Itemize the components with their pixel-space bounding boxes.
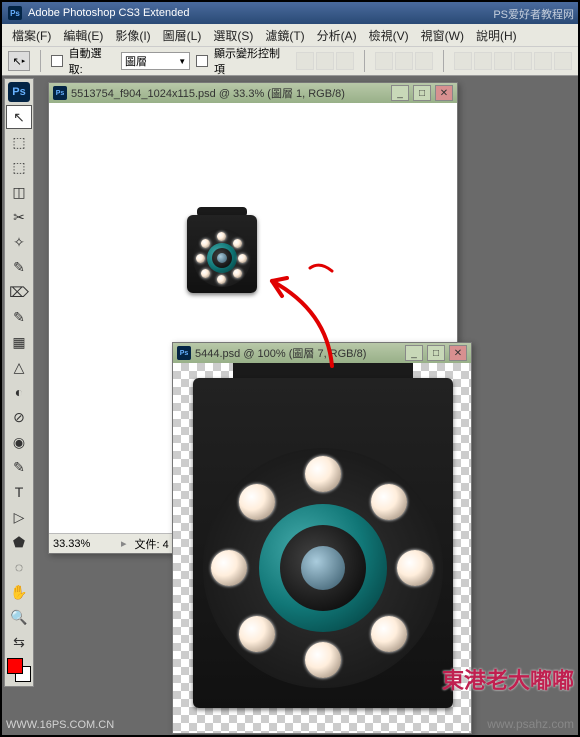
photoshop-doc-icon: Ps: [177, 346, 191, 360]
shape-tool[interactable]: ⬟: [6, 530, 32, 554]
workspace: Ps ↖ ⬚ ⬚ ◫ ✂ ✧ ✎ ⌦ ✎ ▦ △ ◐ ⊘ ◉ ✎ T ▷ ⬟ ◌…: [2, 76, 578, 735]
show-transform-label: 顯示變形控制項: [214, 45, 290, 77]
pencil-tool[interactable]: ✎: [6, 455, 32, 479]
move-tool[interactable]: ↖: [6, 105, 32, 129]
distribute-group: [454, 52, 572, 70]
auto-select-label: 自動選取:: [69, 45, 115, 77]
move-tool-icon[interactable]: ↖▸: [8, 51, 30, 71]
document-title: 5444.psd @ 100% (圖層 7, RGB/8): [195, 345, 401, 361]
watermark-bottom-left: WWW.16PS.COM.CN: [6, 719, 114, 731]
menu-analysis[interactable]: 分析(A): [311, 25, 363, 46]
menu-file[interactable]: 檔案(F): [6, 25, 57, 46]
menu-window[interactable]: 視窗(W): [415, 25, 470, 46]
marquee-tool[interactable]: ⬚: [6, 130, 32, 154]
photoshop-doc-icon: Ps: [53, 86, 67, 100]
hand-tool[interactable]: ✋: [6, 580, 32, 604]
document-canvas[interactable]: [173, 363, 471, 733]
chevron-down-icon: ▼: [178, 57, 186, 66]
maximize-button[interactable]: □: [413, 85, 431, 101]
history-brush-tool[interactable]: ✎: [6, 305, 32, 329]
align-icon[interactable]: [336, 52, 354, 70]
minimize-button[interactable]: _: [405, 345, 423, 361]
options-bar: ↖▸ 自動選取: 圖層 ▼ 顯示變形控制項: [2, 46, 578, 76]
slice-tool[interactable]: ✂: [6, 205, 32, 229]
distribute-icon[interactable]: [474, 52, 492, 70]
align-icon[interactable]: [415, 52, 433, 70]
menu-view[interactable]: 檢視(V): [363, 25, 415, 46]
separator-icon: [364, 50, 365, 72]
blur-tool[interactable]: ◐: [6, 380, 32, 404]
menubar: 檔案(F) 編輯(E) 影像(I) 圖層(L) 選取(S) 濾鏡(T) 分析(A…: [2, 24, 578, 46]
path-tool[interactable]: ▷: [6, 505, 32, 529]
watermark-author: 東港老大嘟嘟: [442, 663, 574, 695]
align-group-2: [375, 52, 433, 70]
camera-image-large: [193, 378, 453, 708]
separator-icon: [443, 50, 444, 72]
photoshop-logo-icon: Ps: [8, 6, 22, 20]
swap-colors-icon[interactable]: ⇆: [6, 630, 32, 654]
document-titlebar[interactable]: Ps 5444.psd @ 100% (圖層 7, RGB/8) _ □ ✕: [173, 343, 471, 363]
zoom-tool[interactable]: 🔍: [6, 605, 32, 629]
brush-tool[interactable]: ✎: [6, 255, 32, 279]
foreground-color-swatch[interactable]: [7, 658, 23, 674]
show-transform-checkbox[interactable]: [196, 55, 208, 67]
distribute-icon[interactable]: [514, 52, 532, 70]
document-title: 5513754_f904_1024x115.psd @ 33.3% (圖層 1,…: [71, 85, 387, 101]
distribute-icon[interactable]: [534, 52, 552, 70]
watermark-bottom-right: www.psahz.com: [487, 717, 574, 731]
auto-select-dropdown[interactable]: 圖層 ▼: [121, 52, 190, 70]
lasso-tool[interactable]: ⬚: [6, 155, 32, 179]
close-button[interactable]: ✕: [449, 345, 467, 361]
toolbox: Ps ↖ ⬚ ⬚ ◫ ✂ ✧ ✎ ⌦ ✎ ▦ △ ◐ ⊘ ◉ ✎ T ▷ ⬟ ◌…: [4, 78, 34, 687]
separator-icon: [40, 50, 41, 72]
healing-tool[interactable]: ✧: [6, 230, 32, 254]
close-button[interactable]: ✕: [435, 85, 453, 101]
camera-image-small: [187, 215, 257, 293]
align-icon[interactable]: [316, 52, 334, 70]
eraser-tool[interactable]: ▦: [6, 330, 32, 354]
notes-tool[interactable]: ◌: [6, 555, 32, 579]
app-title: Adobe Photoshop CS3 Extended: [28, 7, 189, 19]
type-tool[interactable]: T: [6, 480, 32, 504]
menu-edit[interactable]: 編輯(E): [57, 25, 109, 46]
minimize-button[interactable]: _: [391, 85, 409, 101]
stamp-tool[interactable]: ⌦: [6, 280, 32, 304]
app-titlebar: Ps Adobe Photoshop CS3 Extended: [2, 2, 578, 24]
menu-select[interactable]: 選取(S): [207, 25, 259, 46]
document-titlebar[interactable]: Ps 5513754_f904_1024x115.psd @ 33.3% (圖層…: [49, 83, 457, 103]
toolbox-header-icon[interactable]: Ps: [8, 82, 30, 102]
menu-image[interactable]: 影像(I): [109, 25, 156, 46]
dodge-tool[interactable]: ⊘: [6, 405, 32, 429]
crop-tool[interactable]: ◫: [6, 180, 32, 204]
distribute-icon[interactable]: [494, 52, 512, 70]
gradient-tool[interactable]: △: [6, 355, 32, 379]
file-status: 文件: 4: [135, 536, 169, 552]
align-icon[interactable]: [296, 52, 314, 70]
align-group: [296, 52, 354, 70]
menu-help[interactable]: 說明(H): [470, 25, 523, 46]
distribute-icon[interactable]: [454, 52, 472, 70]
dropdown-value: 圖層: [125, 53, 147, 69]
pen-tool[interactable]: ◉: [6, 430, 32, 454]
align-icon[interactable]: [395, 52, 413, 70]
align-icon[interactable]: [375, 52, 393, 70]
document-window-2[interactable]: Ps 5444.psd @ 100% (圖層 7, RGB/8) _ □ ✕: [172, 342, 472, 734]
zoom-value[interactable]: 33.33%: [53, 538, 113, 550]
app-window: Ps Adobe Photoshop CS3 Extended 檔案(F) 編輯…: [2, 2, 578, 735]
menu-filter[interactable]: 濾鏡(T): [259, 25, 310, 46]
maximize-button[interactable]: □: [427, 345, 445, 361]
auto-select-checkbox[interactable]: [51, 55, 63, 67]
distribute-icon[interactable]: [554, 52, 572, 70]
menu-layer[interactable]: 圖層(L): [157, 25, 208, 46]
watermark-top-right: PS爱好者教程网: [493, 6, 574, 22]
color-swatch[interactable]: [7, 658, 31, 682]
